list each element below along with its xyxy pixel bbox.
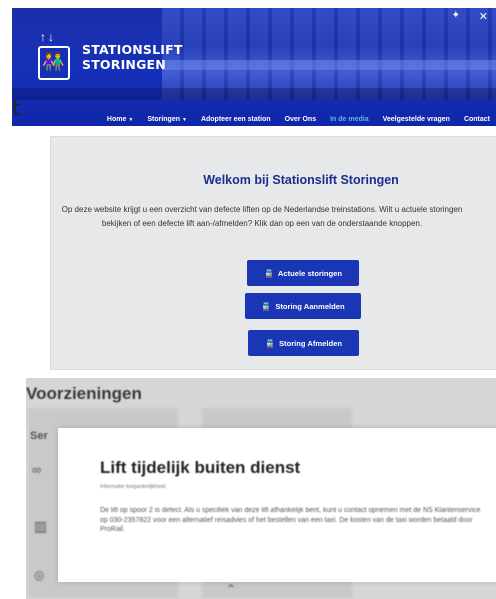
welcome-text: Op deze website krijgt u een overzicht v… [61, 205, 463, 228]
train-icon: 🚆 [265, 338, 275, 348]
facilities-screenshot: Voorzieningen Ser ∞ ▥ ◎ ⌃ Lift tijdelijk… [26, 378, 496, 599]
stray-character: t [12, 96, 20, 120]
report-outage-button[interactable]: 🚆 Storing Aanmelden [245, 293, 361, 319]
train-icon: 🚆 [263, 268, 274, 278]
welcome-title: Welkom bij Stationslift Storingen [203, 173, 399, 187]
nav-item-over-ons[interactable]: Over Ons [285, 116, 317, 123]
caret-down-icon: ▼ [128, 116, 134, 123]
section-fragment: Ser [30, 430, 48, 442]
welcome-panel: Welkom bij Stationslift Storingen Op dez… [50, 136, 496, 370]
modal-title: Lift tijdelijk buiten dienst [100, 458, 301, 477]
pin-icon[interactable]: ✦ [452, 10, 460, 21]
main-nav: Home ▼ Storingen ▼ Adopteer een station Ov… [12, 110, 496, 126]
modal-body: De lift op spoor 2 is defect. Als u spec… [100, 507, 481, 533]
luggage-icon: ▥ [34, 518, 48, 534]
nav-item-home[interactable]: Home ▼ [107, 116, 133, 123]
nav-item-in-de-media[interactable]: In de media [330, 116, 369, 123]
elevator-icon: ↑↓ 👫 [34, 30, 78, 82]
site-header: ✦ ✕ ↑↓ 👫 STATIONSLIFT STORINGEN Home ▼ St… [12, 8, 496, 126]
close-icon[interactable]: ✕ [479, 10, 488, 23]
caret-down-icon: ▼ [182, 116, 187, 123]
train-icon: 🚆 [261, 301, 272, 311]
train-background-image [162, 8, 496, 100]
resolve-outage-button[interactable]: 🚆 Storing Afmelden [248, 330, 359, 356]
person-icon: ⌃ [226, 582, 237, 596]
accessibility-icon: ◎ [34, 568, 45, 582]
out-of-service-modal: Lift tijdelijk buiten dienst Informatie … [58, 428, 496, 582]
nav-item-faq[interactable]: Veelgestelde vragen [383, 116, 450, 123]
nav-item-contact[interactable]: Contact [464, 116, 490, 123]
site-logo[interactable]: ↑↓ 👫 STATIONSLIFT STORINGEN [34, 30, 183, 82]
nav-item-storingen[interactable]: Storingen ▼ [147, 116, 187, 123]
logo-text: STATIONSLIFT STORINGEN [82, 42, 183, 72]
bicycle-icon: ∞ [32, 462, 42, 477]
nav-item-adopteer[interactable]: Adopteer een station [201, 116, 271, 123]
homepage-screenshot: ✦ ✕ ↑↓ 👫 STATIONSLIFT STORINGEN Home ▼ St… [12, 0, 496, 370]
modal-subtitle: Informatie toegankelijkheid [100, 484, 166, 490]
facilities-heading: Voorzieningen [26, 384, 142, 403]
actual-outages-button[interactable]: 🚆 Actuele storingen [247, 260, 359, 286]
